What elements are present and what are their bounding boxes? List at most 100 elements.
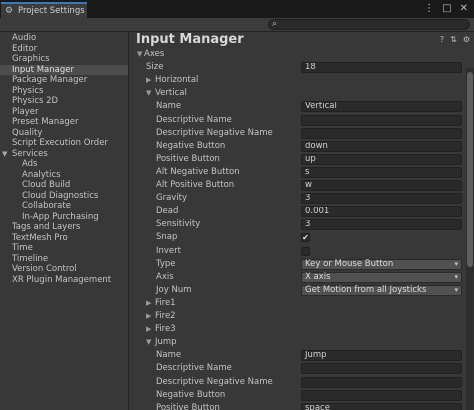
text-field[interactable]: 3: [301, 193, 462, 205]
sidebar-item-time[interactable]: Time: [0, 243, 128, 254]
sidebar-item-script-execution-order[interactable]: Script Execution Order: [0, 138, 128, 149]
search-icon: ⌕: [272, 19, 278, 29]
sidebar-item-label: Graphics: [12, 54, 50, 64]
field-label: Negative Button: [156, 140, 226, 151]
sidebar-item-package-manager[interactable]: Package Manager: [0, 75, 128, 86]
dropdown[interactable]: Key or Mouse Button ▾: [301, 258, 462, 270]
text-field[interactable]: 3: [301, 219, 462, 231]
sidebar-item-services[interactable]: ▼ Services: [0, 149, 128, 160]
editor-tab-strip: ⚙ Project Settings ⋮ □ ✕: [0, 0, 474, 18]
foldout-label[interactable]: Fire2: [155, 310, 176, 323]
sidebar-item-tags-and-layers[interactable]: Tags and Layers: [0, 222, 128, 233]
sidebar-item-audio[interactable]: Audio: [0, 33, 128, 44]
vertical-field-row: Alt Negative Button s: [130, 166, 464, 179]
expand-arrow-icon[interactable]: ▼: [2, 149, 12, 160]
field-label: Snap: [156, 232, 178, 243]
scrollbar[interactable]: [466, 68, 474, 410]
scrollbar-thumb[interactable]: [467, 72, 473, 267]
field-label: Invert: [156, 245, 181, 256]
sidebar-item-ads[interactable]: Ads: [0, 159, 128, 170]
foldout-open-icon[interactable]: ▼: [146, 336, 151, 349]
text-field[interactable]: 0.001: [301, 206, 462, 218]
text-field[interactable]: Jump: [301, 350, 462, 362]
vertical-field-row: Descriptive Negative Name: [130, 127, 464, 140]
sidebar-item-analytics[interactable]: Analytics: [0, 170, 128, 181]
text-field[interactable]: w: [301, 180, 462, 191]
maximize-icon[interactable]: □: [442, 3, 451, 14]
settings-gear-icon[interactable]: ⚙: [463, 35, 470, 44]
input-manager-panel: Input Manager ? ⇅ ⚙ ▼ Axes Size 18 ▶ Horizont…: [130, 32, 474, 410]
sidebar-item-textmesh-pro[interactable]: TextMesh Pro: [0, 233, 128, 244]
vertical-field-row: Name Vertical: [130, 100, 464, 113]
chevron-down-icon: ▾: [454, 259, 458, 268]
foldout-closed-icon[interactable]: ▶: [146, 323, 151, 336]
sidebar-item-editor[interactable]: Editor: [0, 44, 128, 55]
sidebar-item-preset-manager[interactable]: Preset Manager: [0, 117, 128, 128]
checkbox[interactable]: [301, 246, 310, 256]
foldout-label[interactable]: Axes: [144, 48, 164, 61]
search-field[interactable]: ⌕: [268, 19, 470, 30]
size-field[interactable]: 18: [301, 62, 462, 74]
vertical-field-row: Positive Button up: [130, 153, 464, 166]
text-field[interactable]: s: [301, 166, 462, 178]
field-label: Positive Button: [156, 402, 220, 410]
foldout-open-icon[interactable]: ▼: [146, 87, 151, 100]
settings-sidebar: Audio Editor Graphics Input Manager Package …: [0, 32, 129, 410]
sidebar-item-collaborate[interactable]: Collaborate: [0, 201, 128, 212]
text-field[interactable]: [301, 389, 462, 401]
text-field[interactable]: down: [301, 140, 462, 152]
vertical-field-row: Alt Positive Button w: [130, 179, 464, 192]
field-label: Gravity: [156, 193, 188, 204]
sidebar-item-input-manager[interactable]: Input Manager: [0, 64, 128, 75]
sidebar-item-label: Editor: [12, 43, 38, 54]
close-icon[interactable]: ✕: [460, 3, 468, 14]
sidebar-item-label: Player: [12, 106, 39, 117]
checkbox-checked[interactable]: ✔: [301, 233, 310, 243]
sidebar-item-physics-2d[interactable]: Physics 2D: [0, 96, 128, 107]
sidebar-item-label: Services: [12, 148, 48, 159]
axis-fire1: ▶ Fire1: [130, 297, 464, 310]
foldout-label[interactable]: Jump: [155, 336, 177, 349]
sidebar-item-timeline[interactable]: Timeline: [0, 254, 128, 265]
presets-icon[interactable]: ⇅: [450, 35, 457, 44]
dropdown[interactable]: X axis ▾: [301, 271, 462, 283]
foldout-label[interactable]: Horizontal: [155, 74, 198, 87]
axis-vertical: ▼ Vertical: [130, 87, 464, 100]
sidebar-item-xr-plugin-management[interactable]: XR Plugin Management: [0, 275, 128, 286]
axis-row: Axis X axis ▾: [130, 271, 464, 284]
foldout-closed-icon[interactable]: ▶: [146, 74, 151, 87]
more-menu-icon[interactable]: ⋮: [424, 3, 434, 14]
text-field[interactable]: [301, 376, 462, 388]
joy-num-row: Joy Num Get Motion from all Joysticks ▾: [130, 284, 464, 297]
foldout-closed-icon[interactable]: ▶: [146, 297, 151, 310]
foldout-closed-icon[interactable]: ▶: [146, 310, 151, 323]
foldout-label[interactable]: Fire1: [155, 297, 176, 310]
text-field[interactable]: Vertical: [301, 101, 462, 113]
sidebar-item-label: Preset Manager: [12, 117, 79, 127]
sidebar-item-graphics[interactable]: Graphics: [0, 54, 128, 65]
text-field[interactable]: [301, 114, 462, 126]
sidebar-item-cloud-build[interactable]: Cloud Build: [0, 180, 128, 191]
foldout-open-icon[interactable]: ▼: [137, 48, 142, 61]
search-input[interactable]: [283, 20, 463, 29]
dropdown[interactable]: Get Motion from all Joysticks ▾: [301, 284, 462, 296]
tab-project-settings[interactable]: ⚙ Project Settings: [1, 2, 87, 18]
foldout-label[interactable]: Vertical: [155, 87, 187, 100]
field-label: Descriptive Name: [156, 114, 232, 125]
help-icon[interactable]: ?: [440, 35, 444, 44]
sidebar-item-cloud-diagnostics[interactable]: Cloud Diagnostics: [0, 191, 128, 202]
text-field[interactable]: up: [301, 153, 462, 165]
axis-fire2: ▶ Fire2: [130, 310, 464, 323]
text-field[interactable]: [301, 363, 462, 375]
dropdown-value: Get Motion from all Joysticks: [305, 284, 427, 295]
foldout-label[interactable]: Fire3: [155, 323, 176, 336]
sidebar-item-version-control[interactable]: Version Control: [0, 264, 128, 275]
sidebar-item-label: Collaborate: [22, 201, 71, 211]
tab-title: Project Settings: [18, 6, 85, 16]
text-field[interactable]: space: [301, 402, 462, 410]
sidebar-item-physics[interactable]: Physics: [0, 86, 128, 97]
sidebar-item-player[interactable]: Player: [0, 107, 128, 118]
sidebar-item-in-app-purchasing[interactable]: In-App Purchasing: [0, 212, 128, 223]
sidebar-item-quality[interactable]: Quality: [0, 128, 128, 139]
text-field[interactable]: [301, 127, 462, 139]
